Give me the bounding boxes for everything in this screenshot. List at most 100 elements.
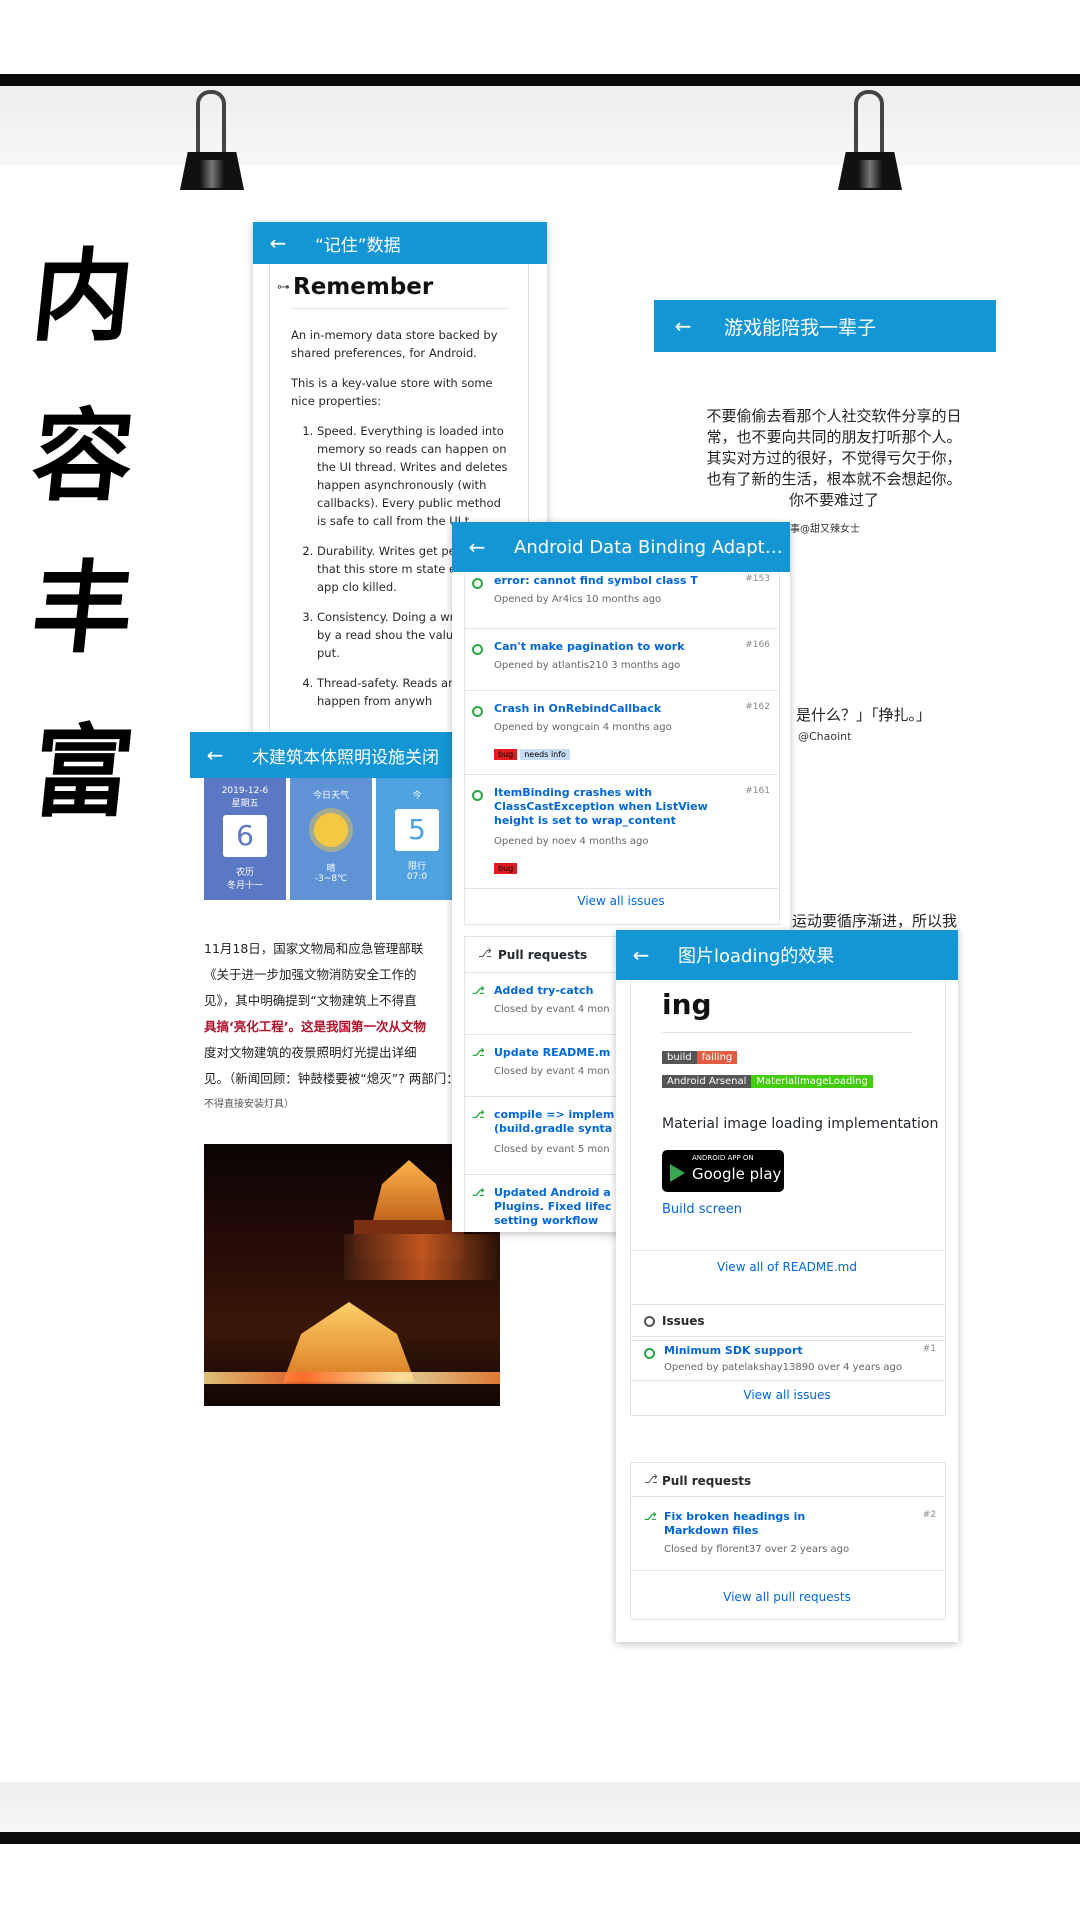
game-appbar: ← 游戏能陪我一辈子 <box>654 300 996 352</box>
calligraphy-char-2: 容 <box>26 397 140 515</box>
sun-icon <box>314 813 348 847</box>
pull-row[interactable]: ⎇ Fix broken headings in Markdown files … <box>630 1498 944 1571</box>
calligraphy-char-4: 富 <box>26 713 140 831</box>
paragraph-line: 不要偷偷去看那个人社交软件分享的日 <box>706 407 962 425</box>
lunar-date: 冬月十一 <box>226 881 263 891</box>
badge-build: build <box>662 1051 697 1064</box>
pull-request-icon: ⎇ <box>644 1472 658 1486</box>
heading-rule <box>662 1032 912 1033</box>
badge-material-image-loading: MaterialImageLoading <box>751 1075 873 1088</box>
readme-description: Material image loading implementation <box>662 1116 939 1132</box>
weather-weekday: 星期五 <box>231 799 259 809</box>
weather-tile-date: 2019-12-6 星期五 6 农历 冬月十一 <box>204 778 286 900</box>
label-bug: bug <box>494 863 518 874</box>
pull-meta: Closed by evant 4 mon <box>494 1004 610 1015</box>
build-badge: build failing <box>662 1050 738 1066</box>
back-arrow-icon[interactable]: ← <box>672 314 694 338</box>
pull-meta: Closed by evant 4 mon <box>494 1066 610 1077</box>
third-tile-label: 今 <box>412 791 422 801</box>
issue-open-icon <box>472 706 483 717</box>
merged-pr-icon: ⎇ <box>472 1186 485 1199</box>
issue-title[interactable]: Can't make pagination to work <box>494 640 738 654</box>
game-snippet-2: @Chaoint <box>798 730 852 743</box>
paragraph-line: 也有了新的生活，根本就不会想起你。 <box>706 470 962 488</box>
issue-title[interactable]: Minimum SDK support <box>664 1344 904 1358</box>
intro-paragraph-1: An in-memory data store backed by shared… <box>291 328 498 360</box>
databinding-appbar-title: Android Data Binding Adapt… <box>514 536 783 558</box>
issue-row[interactable]: Can't make pagination to work #166 Opene… <box>464 628 778 691</box>
issue-open-icon <box>472 644 483 655</box>
issues-header: Issues <box>662 1314 705 1328</box>
heading-rule <box>291 308 509 309</box>
play-triangle-icon <box>670 1164 685 1182</box>
remember-appbar-title: “记住”数据 <box>315 235 401 256</box>
pull-title[interactable]: compile => implem (build.gradle synta <box>494 1108 634 1136</box>
issues-header-rule <box>630 1336 944 1337</box>
back-arrow-icon[interactable]: ← <box>630 943 652 967</box>
bottom-shadow-band <box>0 1782 1080 1832</box>
remember-appbar: ← “记住”数据 <box>253 222 547 264</box>
loading-appbar-title: 图片loading的效果 <box>678 946 835 967</box>
issue-open-icon <box>472 578 483 589</box>
issue-title[interactable]: Crash in OnRebindCallback <box>494 702 738 716</box>
label-needs-info: needs info <box>520 749 570 760</box>
bell-tower-upper <box>373 1160 445 1220</box>
issues-icon <box>644 1316 655 1327</box>
view-readme-link[interactable]: View all of README.md <box>616 1260 958 1274</box>
issue-title[interactable]: ItemBinding crashes with ClassCastExcept… <box>494 786 734 828</box>
issue-title[interactable]: error: cannot find symbol class T <box>494 574 738 588</box>
back-arrow-icon[interactable]: ← <box>466 535 488 559</box>
badge-failing: failing <box>696 1051 738 1064</box>
calendar-day-number: 6 <box>223 815 267 857</box>
paragraph-line: 其实对方过的很好，不觉得亏欠于你， <box>706 449 962 467</box>
issue-row[interactable]: error: cannot find symbol class T #153 O… <box>464 572 778 629</box>
view-all-issues-link[interactable]: View all issues <box>452 894 790 908</box>
google-play-button[interactable]: ANDROID APP ON Google play <box>662 1150 784 1192</box>
weather-condition: 晴 <box>326 864 336 874</box>
readme-heading: ing <box>662 988 712 1021</box>
view-all-pulls-link[interactable]: View all pull requests <box>616 1590 958 1604</box>
third-tile-sub1: 限行 <box>407 862 426 872</box>
loading-appbar: ← 图片loading的效果 <box>616 930 958 980</box>
pull-request-icon: ⎇ <box>478 946 492 960</box>
game-appbar-title: 游戏能陪我一辈子 <box>724 316 877 339</box>
back-arrow-icon[interactable]: ← <box>204 743 226 767</box>
arsenal-badge: Android Arsenal MaterialImageLoading <box>662 1074 873 1090</box>
pull-number: #2 <box>922 1510 936 1520</box>
issue-number: #166 <box>745 640 770 650</box>
issue-number: #153 <box>745 574 770 584</box>
issue-row[interactable]: ItemBinding crashes with ClassCastExcept… <box>464 774 778 889</box>
light-trails <box>204 1372 500 1384</box>
intro-paragraph-2: This is a key-value store with some nice… <box>291 376 493 408</box>
calligraphy-char-1: 内 <box>26 237 140 355</box>
weather-tile-today: 今日天气 晴 -3~8℃ <box>290 778 372 900</box>
pull-requests-header: Pull requests <box>662 1474 752 1488</box>
pulls-header-rule <box>630 1496 944 1497</box>
issue-number: #161 <box>745 786 770 796</box>
merged-pr-icon: ⎇ <box>472 984 485 997</box>
property-item: Speed. Everything is loaded into memory … <box>317 422 513 530</box>
databinding-appbar: ← Android Data Binding Adapt… <box>452 522 790 572</box>
top-black-bar <box>0 74 1080 86</box>
badge-arsenal: Android Arsenal <box>662 1075 752 1088</box>
calligraphy-char-3: 丰 <box>26 549 140 667</box>
weather-tile-third: 今 5 限行 07:0 <box>376 778 458 900</box>
back-arrow-icon[interactable]: ← <box>267 231 289 255</box>
paragraph-line: 常，也不要向共同的朋友打听那个人。 <box>706 428 962 446</box>
pull-title[interactable]: Fix broken headings in Markdown files <box>664 1510 864 1538</box>
issue-meta: Opened by Ar4ics 10 months ago <box>494 594 662 605</box>
issue-labels: bug <box>494 856 520 875</box>
issue-row[interactable]: Crash in OnRebindCallback #162 Opened by… <box>464 690 778 775</box>
pull-meta: Closed by evant 5 mon <box>494 1144 610 1155</box>
merged-pr-icon: ⎇ <box>472 1046 485 1059</box>
inset-square <box>344 1234 500 1280</box>
issue-row[interactable]: Minimum SDK support #1 Opened by patelak… <box>630 1340 944 1381</box>
remember-heading: Remember <box>293 274 434 300</box>
build-screen-link[interactable]: Build screen <box>662 1202 742 1217</box>
issue-meta: Opened by noev 4 months ago <box>494 836 649 847</box>
issue-number: #1 <box>922 1344 936 1354</box>
issue-open-icon <box>472 790 483 801</box>
lunar-label: 农历 <box>235 868 254 878</box>
pull-title[interactable]: Updated Android a Plugins. Fixed lifec s… <box>494 1186 634 1228</box>
view-all-issues-link[interactable]: View all issues <box>616 1388 958 1402</box>
